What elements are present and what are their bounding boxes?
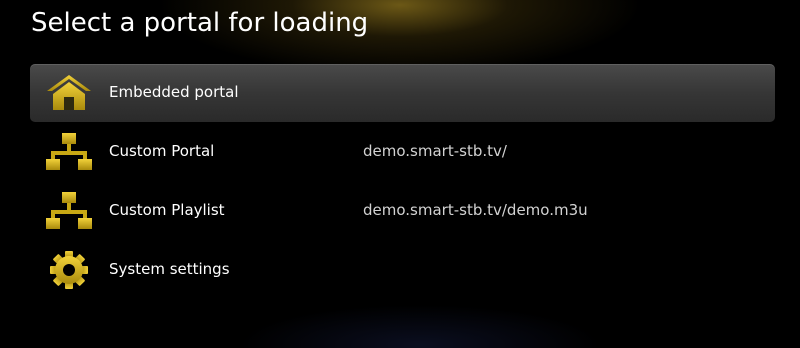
- menu-item-label: Custom Portal: [109, 142, 215, 160]
- portal-menu: Embedded portal Custom Portal demo.smart…: [30, 64, 775, 300]
- menu-item-value: demo.smart-stb.tv/: [363, 142, 507, 160]
- menu-item-value: demo.smart-stb.tv/demo.m3u: [363, 201, 588, 219]
- menu-item-label: Embedded portal: [109, 83, 239, 101]
- network-icon: [45, 191, 93, 231]
- page-title: Select a portal for loading: [31, 8, 369, 38]
- menu-item-system-settings[interactable]: System settings: [30, 241, 775, 299]
- menu-item-custom-portal[interactable]: Custom Portal demo.smart-stb.tv/: [30, 123, 775, 181]
- menu-item-label: Custom Playlist: [109, 201, 225, 219]
- menu-item-label: System settings: [109, 260, 230, 278]
- menu-item-custom-playlist[interactable]: Custom Playlist demo.smart-stb.tv/demo.m…: [30, 182, 775, 240]
- network-icon: [45, 132, 93, 172]
- gear-icon: [45, 250, 93, 290]
- home-icon: [45, 73, 93, 113]
- menu-item-embedded-portal[interactable]: Embedded portal: [30, 64, 775, 122]
- screen: Select a portal for loading Embedded por…: [0, 0, 800, 348]
